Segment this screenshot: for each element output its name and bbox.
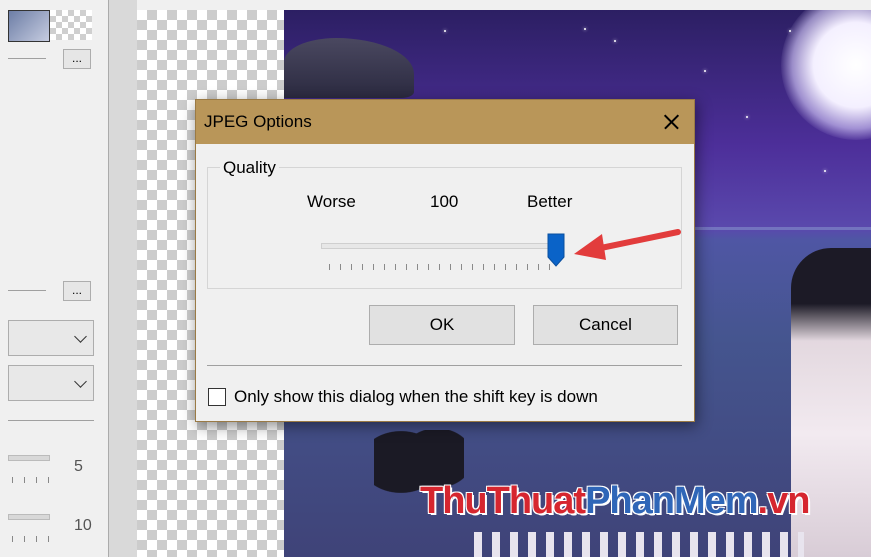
ok-button[interactable]: OK	[369, 305, 515, 345]
quality-slider-track[interactable]	[321, 243, 561, 249]
left-panel: ... ... 5 10	[0, 0, 109, 557]
chevron-down-icon	[74, 330, 87, 343]
slider-1-value: 5	[74, 458, 83, 475]
dialog-divider	[207, 365, 682, 366]
dropdown-1[interactable]	[8, 320, 94, 356]
shift-only-checkbox[interactable]	[208, 388, 226, 406]
fence-graphic	[474, 532, 804, 557]
slider-ticks	[12, 536, 52, 542]
pointer-arrow-icon	[574, 229, 681, 260]
star	[584, 28, 586, 30]
quality-slider-thumb[interactable]	[547, 233, 565, 267]
star	[824, 170, 826, 172]
mini-slider-2[interactable]	[8, 514, 50, 520]
canvas-top-margin	[137, 0, 871, 10]
jpeg-options-dialog: JPEG Options Quality Worse 100 Better OK…	[195, 99, 695, 422]
canvas-margin	[109, 0, 138, 557]
dialog-title: JPEG Options	[204, 112, 312, 131]
star	[444, 30, 446, 32]
better-label: Better	[527, 192, 573, 211]
layer-thumbnail[interactable]	[8, 10, 50, 42]
moon-graphic	[781, 10, 871, 140]
quality-value: 100	[430, 192, 459, 211]
browse-button-1[interactable]: ...	[63, 49, 91, 69]
divider	[8, 58, 46, 59]
quality-slider-ticks	[329, 264, 559, 272]
worse-label: Worse	[307, 192, 356, 211]
star	[704, 70, 706, 72]
mask-thumbnail[interactable]	[50, 10, 92, 40]
close-icon[interactable]	[648, 100, 694, 144]
shift-only-label[interactable]: Only show this dialog when the shift key…	[234, 387, 598, 407]
watermark-logo: ThuThuatPhanMem.vn	[420, 480, 810, 522]
divider	[8, 420, 94, 421]
dialog-titlebar[interactable]: JPEG Options	[196, 100, 694, 144]
chevron-down-icon	[74, 375, 87, 388]
slider-2-value: 10	[74, 517, 92, 534]
star	[614, 40, 616, 42]
rock-graphic	[284, 38, 414, 98]
dropdown-2[interactable]	[8, 365, 94, 401]
quality-group-label: Quality	[220, 158, 279, 178]
star	[746, 116, 748, 118]
star	[789, 30, 791, 32]
browse-button-2[interactable]: ...	[63, 281, 91, 301]
cancel-button[interactable]: Cancel	[533, 305, 678, 345]
divider	[8, 290, 46, 291]
slider-ticks	[12, 477, 52, 483]
mini-slider-1[interactable]	[8, 455, 50, 461]
